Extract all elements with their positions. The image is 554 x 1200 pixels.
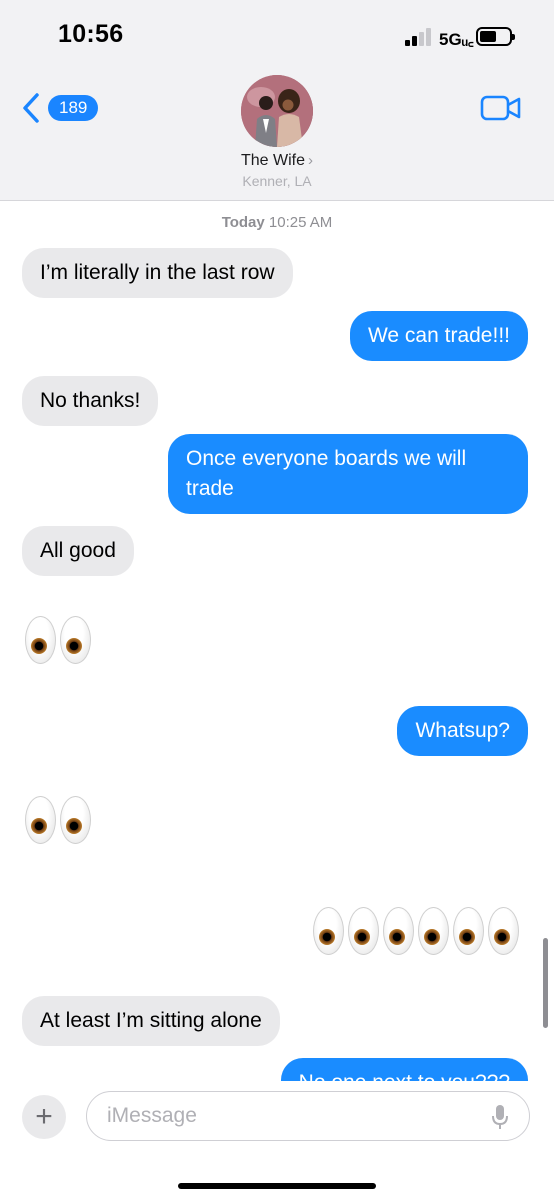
message-input[interactable]: iMessage <box>86 1091 530 1141</box>
eye-icon <box>488 907 519 955</box>
status-time: 10:56 <box>58 20 124 48</box>
contact-name-text: The Wife <box>240 152 305 169</box>
eye-icon <box>25 796 56 844</box>
message-bubble-received[interactable]: At least I’m sitting alone <box>22 996 280 1046</box>
status-bar: 10:56 5Gᵤ꜀ <box>0 0 554 70</box>
message-bubble-sent[interactable]: Once everyone boards we will trade <box>168 434 528 514</box>
conversation-header: 189 The Wife › Kenner, LA <box>0 70 554 201</box>
video-camera-icon[interactable] <box>480 94 522 122</box>
plus-icon[interactable]: + <box>22 1095 66 1139</box>
message-bubble-received[interactable]: I’m literally in the last row <box>22 248 293 298</box>
eye-icon <box>418 907 449 955</box>
chevron-right-icon: › <box>308 152 313 169</box>
eyes-emoji-message[interactable] <box>25 616 91 664</box>
unread-count-badge: 189 <box>48 95 99 121</box>
eye-icon <box>348 907 379 955</box>
eye-icon <box>313 907 344 955</box>
message-bubble-sent[interactable]: Whatsup? <box>397 706 528 756</box>
back-chevron-icon <box>23 93 39 123</box>
composer-bar: + iMessage <box>0 1081 554 1200</box>
eye-icon <box>60 616 91 664</box>
message-thread[interactable]: Today 10:25 AM I’m literally in the last… <box>0 201 554 1081</box>
back-button[interactable]: 189 <box>20 92 99 124</box>
network-type: 5Gᵤ꜀ <box>439 30 474 49</box>
contact-name[interactable]: The Wife › <box>0 152 554 170</box>
contact-location: Kenner, LA <box>242 173 312 189</box>
eye-icon <box>60 796 91 844</box>
eyes-emoji-message[interactable] <box>25 796 91 844</box>
eye-icon <box>383 907 414 955</box>
contact-avatar[interactable] <box>241 75 313 147</box>
signal-icon <box>405 28 431 46</box>
avatar-photo <box>241 75 313 147</box>
thread-timestamp: Today 10:25 AM <box>0 214 554 231</box>
battery-icon <box>476 27 515 46</box>
thread-scrollbar[interactable] <box>543 938 548 1028</box>
message-bubble-sent[interactable]: We can trade!!! <box>349 311 528 361</box>
timestamp-time: 10:25 AM <box>268 214 333 231</box>
message-bubble-received[interactable]: All good <box>22 526 134 576</box>
eyes-emoji-message[interactable] <box>313 907 519 955</box>
timestamp-day: Today <box>221 214 265 231</box>
microphone-icon[interactable] <box>490 1103 510 1131</box>
message-bubble-sent[interactable]: No one next to you??? <box>280 1058 528 1081</box>
home-indicator[interactable] <box>178 1183 376 1189</box>
message-bubble-received[interactable]: No thanks! <box>22 376 159 426</box>
eye-icon <box>453 907 484 955</box>
message-input-placeholder: iMessage <box>107 1104 197 1127</box>
eye-icon <box>25 616 56 664</box>
